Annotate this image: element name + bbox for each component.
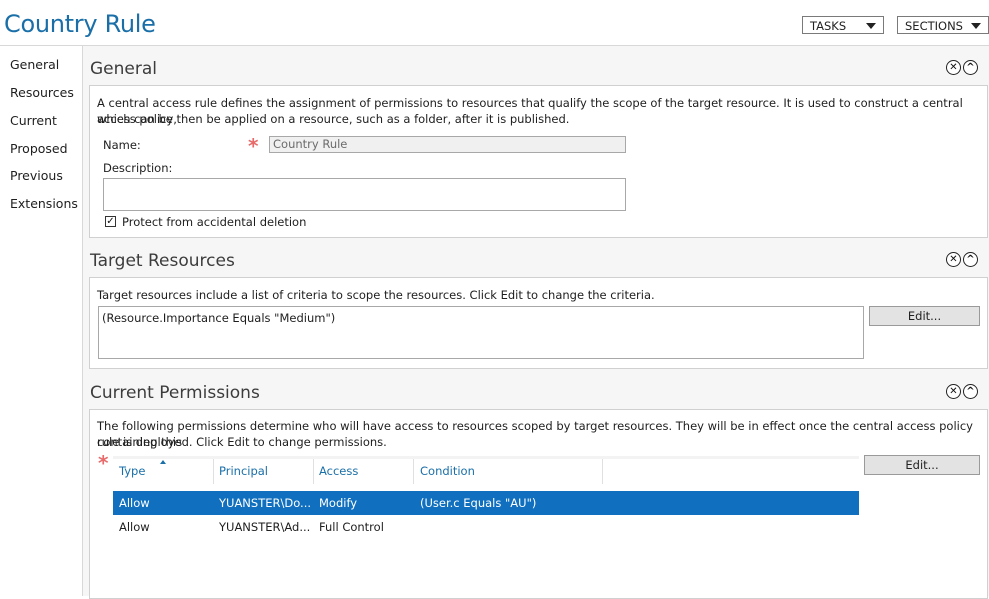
section-controls-target-resources: ✕ ^ <box>946 252 980 271</box>
permissions-edit-button[interactable]: Edit... <box>864 455 980 475</box>
chevron-down-icon <box>866 23 876 29</box>
cell-principal: YUANSTER\Do... <box>219 496 312 510</box>
close-icon[interactable]: ✕ <box>946 384 961 399</box>
protect-label: Protect from accidental deletion <box>122 215 307 229</box>
sections-label: SECTIONS <box>905 19 963 33</box>
section-title-target-resources: Target Resources <box>90 251 235 271</box>
cell-condition: (User.c Equals "AU") <box>420 496 537 510</box>
sort-ascending-icon <box>160 460 166 464</box>
column-header-access[interactable]: Access <box>319 464 358 478</box>
nav-item-general[interactable]: General <box>10 57 59 72</box>
chevron-up-icon[interactable]: ^ <box>963 252 978 267</box>
cell-type: Allow <box>119 520 150 534</box>
cell-type: Allow <box>119 496 150 510</box>
nav-item-extensions[interactable]: Extensions <box>10 196 78 211</box>
cell-access: Full Control <box>319 520 384 534</box>
chevron-up-icon[interactable]: ^ <box>963 384 978 399</box>
column-header-type[interactable]: Type <box>119 464 145 478</box>
name-field[interactable]: Country Rule <box>269 136 626 153</box>
nav-item-previous[interactable]: Previous <box>10 168 63 183</box>
section-controls-current-permissions: ✕ ^ <box>946 384 980 403</box>
column-header-condition[interactable]: Condition <box>420 464 475 478</box>
column-divider <box>413 459 414 484</box>
required-asterisk-icon: * <box>98 451 109 475</box>
table-top-edge <box>113 456 859 459</box>
description-label: Description: <box>103 161 173 175</box>
chevron-up-icon[interactable]: ^ <box>963 60 978 75</box>
nav-item-resources[interactable]: Resources <box>10 85 74 100</box>
column-divider <box>602 459 603 484</box>
column-header-principal[interactable]: Principal <box>219 464 268 478</box>
nav-item-proposed[interactable]: Proposed <box>10 141 68 156</box>
column-divider <box>213 459 214 484</box>
description-field[interactable] <box>103 178 626 211</box>
page-title: Country Rule <box>4 10 156 38</box>
close-icon[interactable]: ✕ <box>946 252 961 267</box>
nav-item-current[interactable]: Current <box>10 113 57 128</box>
chevron-down-icon <box>971 23 981 29</box>
cell-access: Modify <box>319 496 358 510</box>
section-title-current-permissions: Current Permissions <box>90 383 260 403</box>
name-label: Name: <box>103 138 141 152</box>
tasks-label: TASKS <box>810 19 847 33</box>
required-asterisk-icon: * <box>248 134 259 158</box>
criteria-box[interactable]: (Resource.Importance Equals "Medium") <box>98 306 864 359</box>
sections-button[interactable]: SECTIONS <box>897 16 989 34</box>
column-divider <box>313 459 314 484</box>
protect-checkbox[interactable]: ✓ <box>105 216 116 227</box>
tasks-button[interactable]: TASKS <box>802 16 884 34</box>
general-description-line2: which can be then be applied on a resour… <box>97 112 570 126</box>
section-controls-general: ✕ ^ <box>946 60 980 79</box>
permissions-description-line2: rule is deployed. Click Edit to change p… <box>97 435 387 449</box>
cell-principal: YUANSTER\Ad... <box>219 520 311 534</box>
section-title-general: General <box>90 59 157 79</box>
close-icon[interactable]: ✕ <box>946 60 961 75</box>
target-resources-description: Target resources include a list of crite… <box>97 288 655 302</box>
target-resources-edit-button[interactable]: Edit... <box>869 306 980 326</box>
